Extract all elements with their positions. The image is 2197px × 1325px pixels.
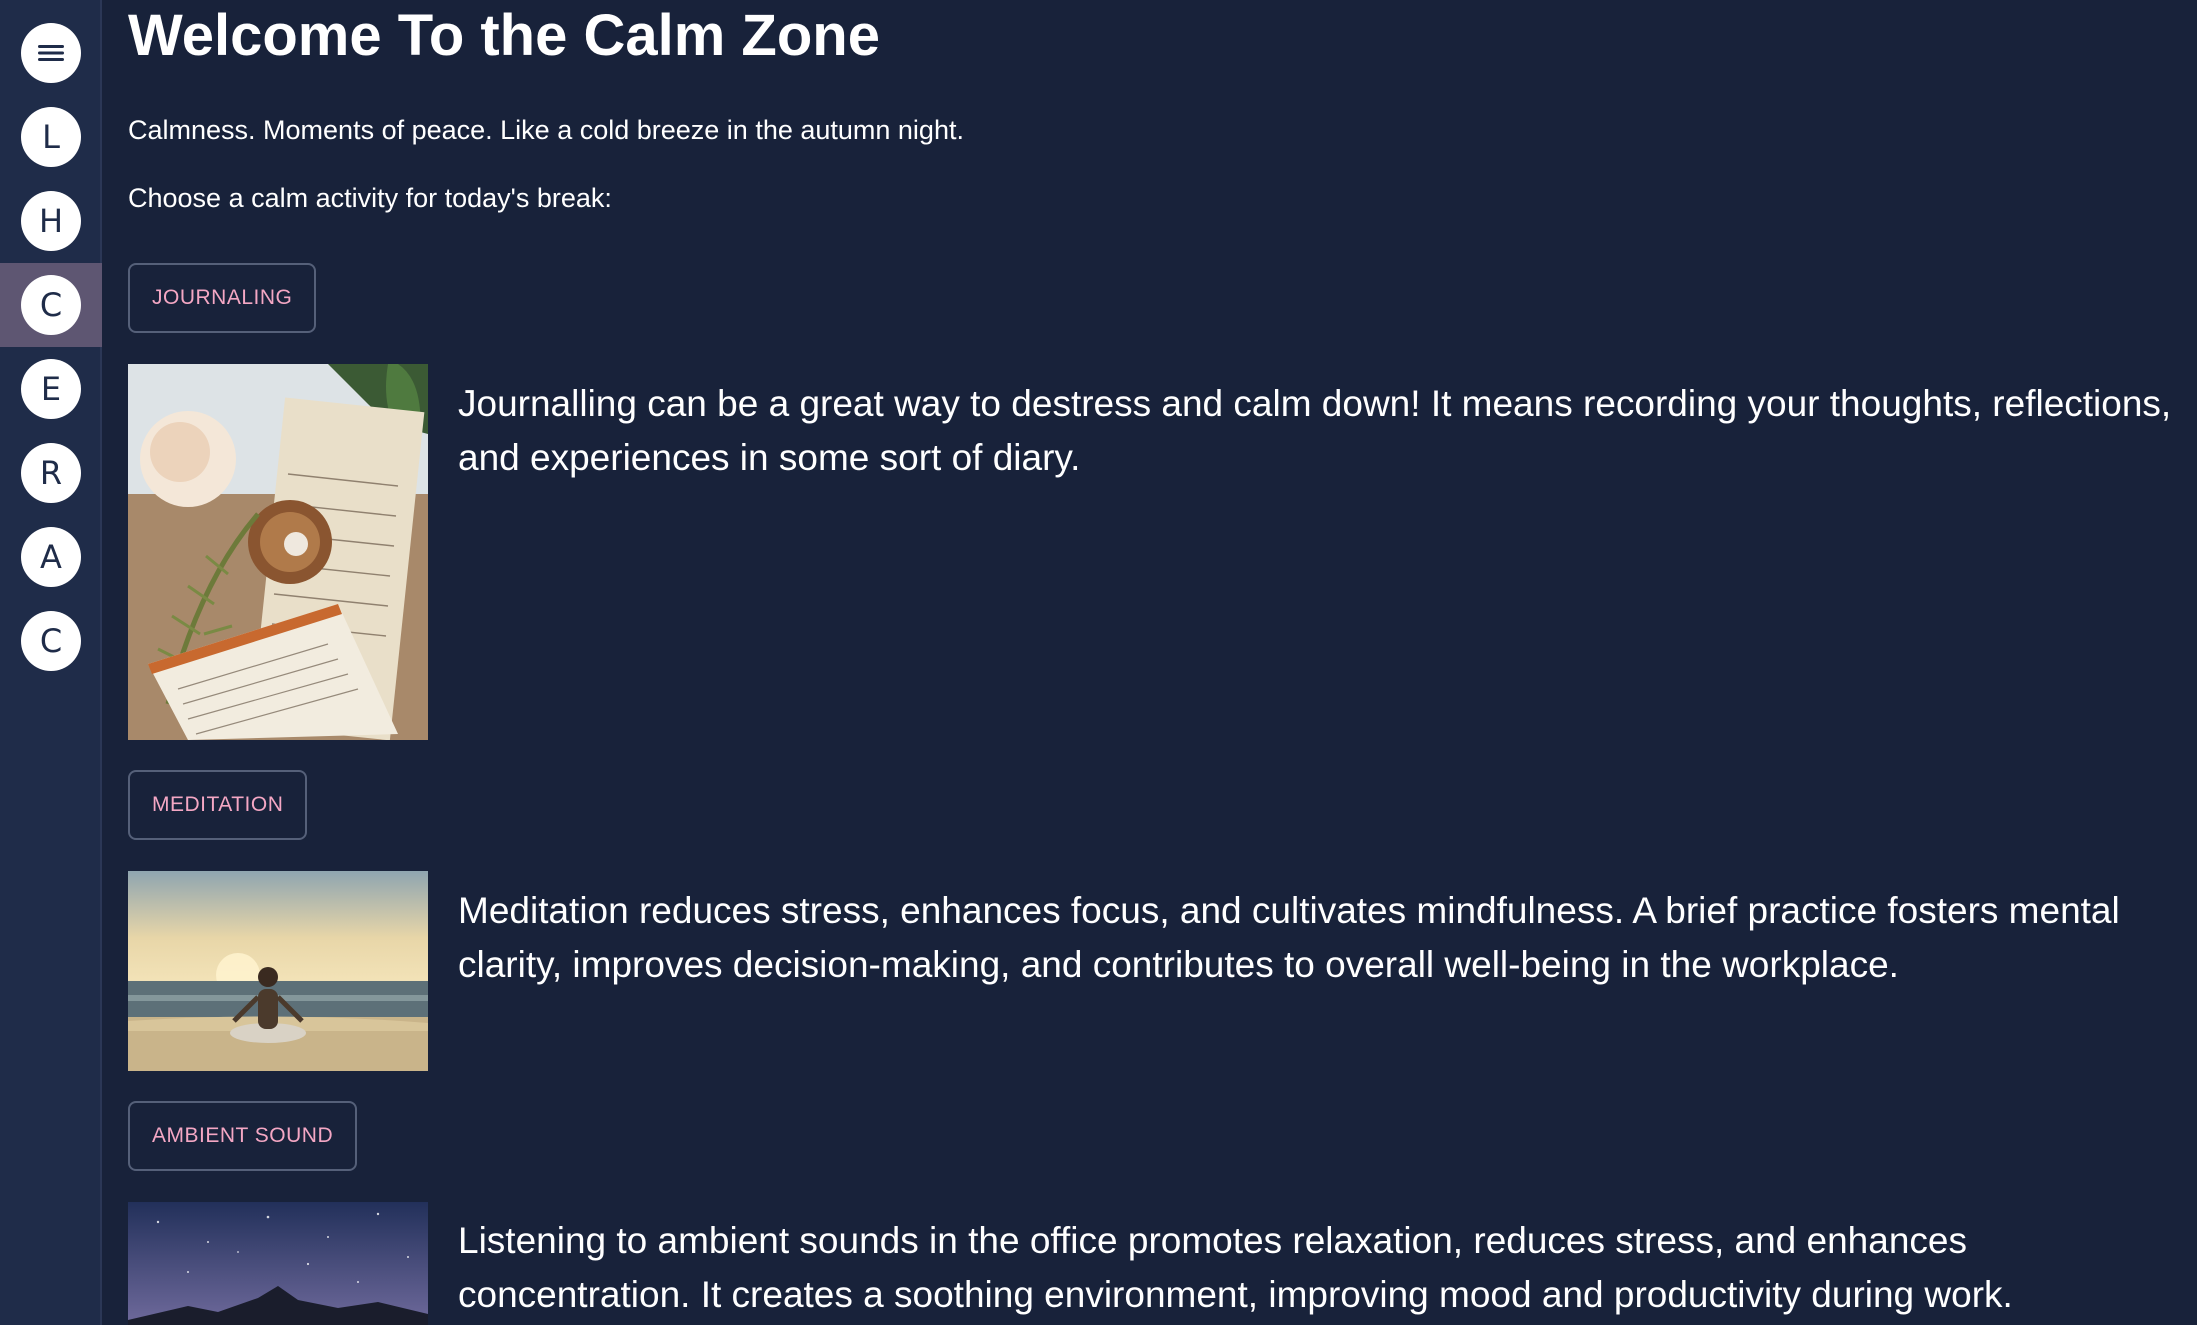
sidebar-nav: L H C E R A C	[0, 0, 102, 1325]
sidebar-item-r[interactable]: R	[0, 431, 102, 515]
sidebar-item-c[interactable]: C	[0, 599, 102, 683]
sidebar-item-c-active[interactable]: C	[0, 263, 102, 347]
ambient-sound-button[interactable]: AMBIENT SOUND	[128, 1101, 358, 1171]
sidebar-item-e[interactable]: E	[0, 347, 102, 431]
journaling-description: Journalling can be a great way to destre…	[458, 383, 2172, 478]
meditation-button[interactable]: MEDITATION	[128, 770, 308, 840]
ambient-sound-description: Listening to ambient sounds in the offic…	[458, 1220, 2013, 1315]
beach-meditation-photo	[128, 871, 428, 1071]
tagline: Calmness. Moments of peace. Like a cold …	[128, 115, 964, 145]
meditation-description: Meditation reduces stress, enhances focu…	[458, 890, 2120, 985]
nav-letter-c-2: C	[21, 611, 81, 671]
hamburger-menu-icon	[21, 23, 81, 83]
activity-prompt: Choose a calm activity for today's break…	[128, 183, 612, 213]
sidebar-item-h[interactable]: H	[0, 179, 102, 263]
nav-letter-e: E	[21, 359, 81, 419]
journaling-button[interactable]: JOURNALING	[128, 263, 317, 333]
sidebar-item-l[interactable]: L	[0, 95, 102, 179]
nav-letter-h: H	[21, 191, 81, 251]
nav-letter-l: L	[21, 107, 81, 167]
nav-letter-r: R	[21, 443, 81, 503]
menu-toggle-button[interactable]	[0, 11, 102, 95]
night-sky-mountain-photo	[128, 1202, 428, 1325]
page-title: Welcome To the Calm Zone	[128, 3, 880, 68]
sidebar-item-a[interactable]: A	[0, 515, 102, 599]
nav-letter-c: C	[21, 275, 81, 335]
nav-letter-a: A	[21, 527, 81, 587]
journal-desk-photo	[128, 364, 428, 740]
